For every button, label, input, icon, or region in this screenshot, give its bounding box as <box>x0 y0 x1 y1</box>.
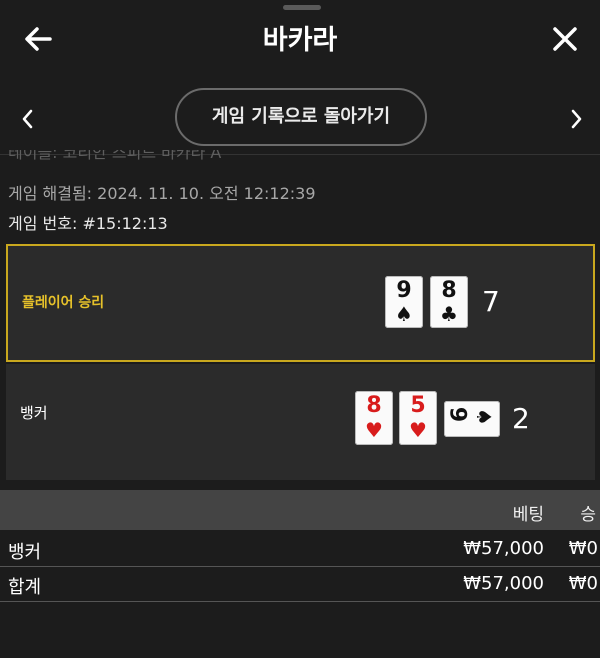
column-bet: 베팅 <box>512 505 544 525</box>
column-win: 승 <box>580 505 596 525</box>
card-rank: 5 <box>410 393 426 418</box>
player-score: 7 <box>482 285 500 318</box>
next-game-button[interactable] <box>562 102 590 136</box>
close-icon <box>553 27 577 51</box>
chevron-left-icon <box>22 109 33 129</box>
previous-game-button[interactable] <box>14 102 42 136</box>
heart-icon: ♥ <box>365 418 383 442</box>
game-number: 게임 번호: #15:12:13 <box>8 214 168 233</box>
game-navigation: 게임 기록으로 돌아가기 <box>0 88 600 150</box>
page-title: 바카라 <box>262 25 338 56</box>
heart-icon: ♥ <box>409 418 427 442</box>
bets-table-header: 베팅 승 <box>0 490 600 530</box>
bet-name: 뱅커 <box>8 542 42 563</box>
banker-hand-panel: 뱅커 8 ♥ 5 ♥ 9 ♠ 2 <box>6 364 595 480</box>
game-resolved-time: 게임 해결됨: 2024. 11. 10. 오전 12:12:39 <box>8 184 316 203</box>
total-bet-amount: ₩57,000 <box>463 573 544 594</box>
close-button[interactable] <box>548 22 582 56</box>
total-win-amount: ₩0 <box>568 573 598 594</box>
bet-amount: ₩57,000 <box>463 538 544 559</box>
banker-card-2: 5 ♥ <box>399 391 437 445</box>
card-rank: 8 <box>441 278 457 303</box>
banker-card-3-rotated: 9 ♠ <box>444 401 500 437</box>
card-rank: 8 <box>366 393 382 418</box>
banker-score: 2 <box>512 402 530 435</box>
spade-icon: ♠ <box>395 302 413 326</box>
spade-icon: ♠ <box>472 408 496 426</box>
chevron-right-icon <box>571 109 582 129</box>
table-name: 테이블: 코리안 스피드 바카라 A <box>8 150 222 162</box>
banker-label: 뱅커 <box>20 404 48 422</box>
card-rank: 9 <box>444 406 470 423</box>
banker-card-1: 8 ♥ <box>355 391 393 445</box>
card-rank: 9 <box>396 278 412 303</box>
player-result-label: 플레이어 승리 <box>22 295 105 311</box>
table-row: 뱅커 ₩57,000 ₩0 <box>0 532 600 567</box>
header-bar: 바카라 <box>0 0 600 80</box>
player-card-1: 9 ♠ <box>385 276 423 328</box>
table-total-row: 합계 ₩57,000 ₩0 <box>0 567 600 602</box>
player-hand-panel: 플레이어 승리 9 ♠ 8 ♣ 7 <box>6 244 595 362</box>
back-to-history-button[interactable]: 게임 기록으로 돌아가기 <box>175 88 427 146</box>
player-card-2: 8 ♣ <box>430 276 468 328</box>
win-amount: ₩0 <box>568 538 598 559</box>
total-label: 합계 <box>8 577 42 598</box>
club-icon: ♣ <box>440 302 458 326</box>
